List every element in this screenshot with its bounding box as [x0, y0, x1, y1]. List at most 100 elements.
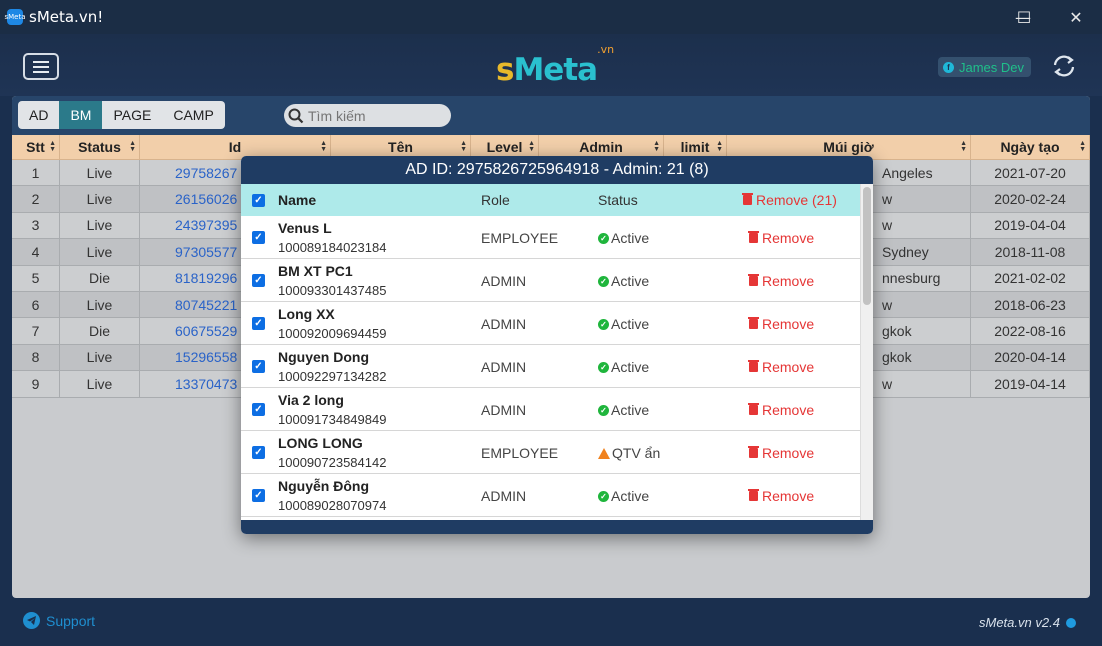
cell-created: 2020-04-14: [971, 344, 1090, 371]
admin-name: Nguyễn Đông: [278, 478, 369, 494]
cell-created: 2019-04-04: [971, 212, 1090, 239]
modal-header-row: ✓ Name Role Status Remove (21): [241, 184, 860, 216]
close-button[interactable]: ✕: [1053, 0, 1099, 34]
tab-ad[interactable]: AD: [18, 101, 59, 129]
sort-icon: ▲ ▼: [960, 140, 967, 153]
trash-icon: [748, 360, 759, 372]
admin-role: ADMIN: [481, 359, 527, 375]
admin-name: LONG LONG: [278, 435, 363, 451]
support-link[interactable]: Support: [23, 612, 95, 629]
cell-stt: 3: [12, 212, 60, 239]
col-stt[interactable]: Stt ▲ ▼: [12, 135, 60, 159]
col-label: Admin: [579, 139, 623, 155]
logo-meta: Meta: [513, 52, 598, 88]
status-text: Active: [611, 488, 650, 504]
admin-id: 100090723584142: [278, 455, 387, 470]
cell-created: 2020-02-24: [971, 186, 1090, 212]
select-all-checkbox[interactable]: ✓: [252, 194, 265, 207]
head-status: Status: [598, 192, 638, 208]
maximize-button[interactable]: ☐: [1001, 0, 1047, 34]
row-checkbox[interactable]: ✓: [252, 489, 265, 502]
cell-stt: 5: [12, 265, 60, 291]
remove-label: Remove: [762, 488, 815, 504]
check-circle-icon: ✓: [598, 361, 609, 373]
row-checkbox[interactable]: ✓: [252, 360, 265, 373]
admin-name: Venus L: [278, 220, 332, 236]
refresh-icon[interactable]: [1050, 52, 1078, 80]
admin-status: ✓ Active: [598, 402, 649, 418]
admin-row[interactable]: ✓ Via 2 long 100091734849849 ADMIN ✓ Active Re…: [241, 388, 860, 431]
sort-icon: ▲ ▼: [320, 140, 327, 153]
col-label: Level: [486, 139, 523, 155]
remove-label: Remove: [762, 402, 815, 418]
admin-role: EMPLOYEE: [481, 445, 559, 461]
user-badge[interactable]: f James Dev: [938, 57, 1032, 77]
modal-scrollbar[interactable]: [860, 184, 873, 520]
cell-stt: 2: [12, 186, 60, 212]
remove-button[interactable]: Remove: [748, 445, 814, 461]
admin-list: ✓ Venus L 100089184023184 EMPLOYEE ✓ Active Re…: [241, 216, 860, 520]
sort-icon: ▲ ▼: [129, 140, 136, 153]
cell-status: Live: [60, 160, 140, 186]
sort-icon: ▲ ▼: [49, 140, 56, 153]
col-label: limit: [680, 139, 710, 155]
remove-all-button[interactable]: Remove (21): [742, 192, 837, 208]
row-checkbox[interactable]: ✓: [252, 446, 265, 459]
remove-button[interactable]: Remove: [748, 359, 814, 375]
logo-s: s: [496, 52, 514, 88]
admin-row[interactable]: ✓ Long XX 100092009694459 ADMIN ✓ Active Remov…: [241, 302, 860, 345]
remove-button[interactable]: Remove: [748, 402, 815, 418]
cell-status: Live: [60, 239, 140, 265]
col-status[interactable]: Status ▲ ▼: [60, 135, 140, 159]
head-name: Name: [278, 192, 317, 208]
sort-icon: ▲ ▼: [460, 140, 467, 153]
toolbar: AD BM PAGE CAMP: [12, 96, 1090, 135]
cell-status: Die: [60, 318, 140, 344]
remove-button[interactable]: Remove: [748, 273, 815, 289]
admin-row[interactable]: ✓ Nguyen Dong 100092297134282 ADMIN ✓ Active R…: [241, 345, 860, 388]
trash-icon: [748, 274, 759, 286]
row-checkbox[interactable]: ✓: [252, 317, 265, 330]
tab-bm[interactable]: BM: [59, 101, 103, 129]
trash-icon: [748, 446, 759, 458]
cell-status: Live: [60, 371, 140, 397]
trash-icon: [748, 231, 759, 243]
cell-created: 2018-11-08: [971, 239, 1090, 265]
search-input[interactable]: [308, 107, 438, 124]
telegram-icon: [23, 612, 40, 629]
remove-button[interactable]: Remove: [748, 316, 814, 332]
status-text: Active: [611, 402, 650, 418]
head-role: Role: [481, 192, 510, 208]
cell-status: Live: [60, 212, 140, 239]
admin-row[interactable]: ✓ BM XT PC1 100093301437485 ADMIN ✓ Active Rem…: [241, 259, 860, 302]
app-logo: sMeta.vn: [496, 43, 614, 88]
remove-button[interactable]: Remove: [748, 488, 815, 504]
row-checkbox[interactable]: ✓: [252, 231, 265, 244]
admin-row[interactable]: ✓ Venus L 100089184023184 EMPLOYEE ✓ Active Re…: [241, 216, 860, 259]
admin-role: EMPLOYEE: [481, 230, 559, 246]
tab-page[interactable]: PAGE: [102, 101, 162, 129]
trash-icon: [748, 489, 759, 501]
admin-name: Via 2 long: [278, 392, 344, 408]
status-text: Active: [611, 230, 650, 246]
cell-status: Live: [60, 186, 140, 212]
row-checkbox[interactable]: ✓: [252, 403, 265, 416]
cell-stt: 7: [12, 318, 60, 344]
tab-camp[interactable]: CAMP: [162, 101, 224, 129]
admin-id: 100092009694459: [278, 326, 387, 341]
col-label: Múi giờ: [823, 139, 874, 155]
hamburger-menu-button[interactable]: [23, 53, 59, 80]
col-label: Stt: [26, 139, 45, 155]
row-checkbox[interactable]: ✓: [252, 274, 265, 287]
close-icon: ✕: [1069, 7, 1083, 27]
admin-row[interactable]: ✓ Nguyễn Đông 100089028070974 ADMIN ✓ Active R…: [241, 474, 860, 517]
admin-row[interactable]: ✓ LONG LONG 100090723584142 EMPLOYEE QTV ẩn R…: [241, 431, 860, 474]
remove-label: Remove: [762, 273, 815, 289]
scrollbar-thumb[interactable]: [863, 187, 871, 305]
col-created[interactable]: Ngày tạo ▲ ▼: [971, 135, 1090, 159]
sort-icon: ▲ ▼: [1079, 140, 1086, 153]
admin-name: Long XX: [278, 306, 335, 322]
search-box[interactable]: [284, 104, 451, 127]
remove-button[interactable]: Remove: [748, 230, 814, 246]
menu-line: [33, 60, 49, 63]
